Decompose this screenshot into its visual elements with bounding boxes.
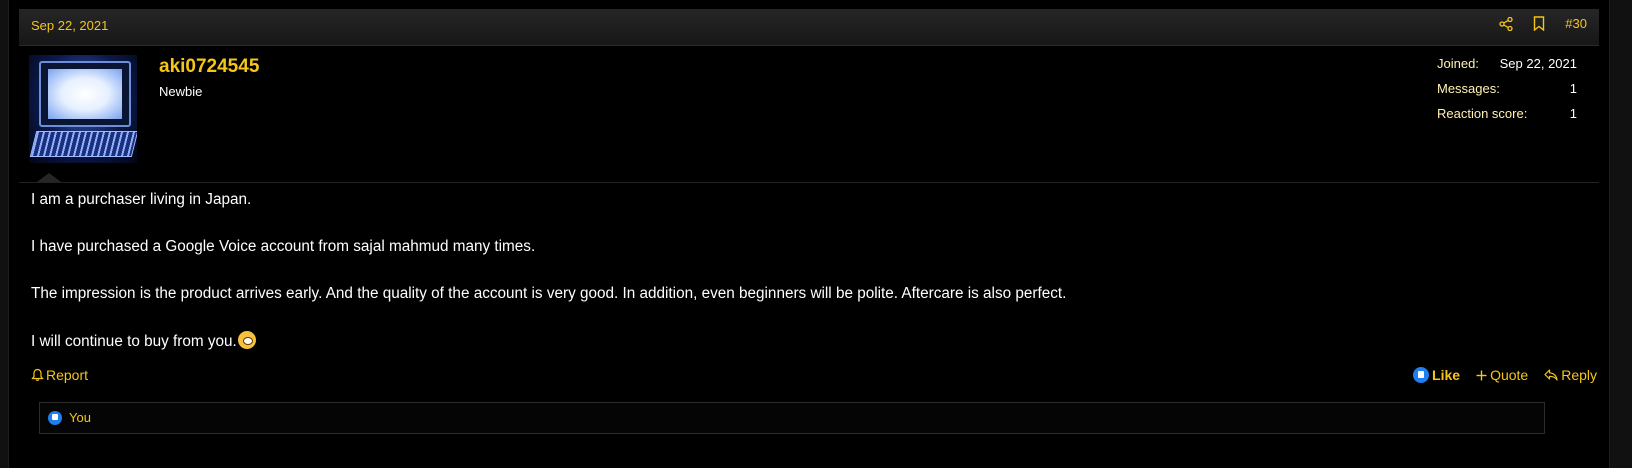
post-date[interactable]: Sep 22, 2021 <box>31 18 108 33</box>
stat-value: 1 <box>1569 81 1577 96</box>
forum-post: Sep 22, 2021 #30 aki0724545 Newbie Joine… <box>8 0 1610 468</box>
plus-icon <box>1476 370 1487 380</box>
post-header: Sep 22, 2021 #30 <box>19 9 1599 46</box>
post-number[interactable]: #30 <box>1565 16 1587 31</box>
post-paragraph: I am a purchaser living in Japan. <box>31 191 252 208</box>
post-actions-right: Like Quote Reply <box>1413 367 1597 383</box>
share-icon[interactable] <box>1499 16 1513 31</box>
stat-label: Reaction score: <box>1437 106 1528 121</box>
avatar-keyboard <box>29 131 137 157</box>
post-paragraph-last: I will continue to buy from you. <box>31 331 1591 351</box>
user-stats: Joined: Sep 22, 2021 Messages: 1 Reactio… <box>1437 56 1577 131</box>
stat-label: Joined: <box>1437 56 1479 71</box>
stat-reaction-score: Reaction score: 1 <box>1437 106 1577 131</box>
stat-value: 1 <box>1569 106 1577 121</box>
report-button[interactable]: Report <box>31 367 88 383</box>
post-body: I am a purchaser living in Japan. I have… <box>31 190 1591 379</box>
reactions-users[interactable]: You <box>69 410 91 425</box>
like-label: Like <box>1432 367 1461 383</box>
report-label: Report <box>46 367 89 383</box>
quote-button[interactable]: Quote <box>1476 367 1528 383</box>
stat-value: Sep 22, 2021 <box>1499 56 1577 71</box>
stat-label: Messages: <box>1437 81 1500 96</box>
reply-button[interactable]: Reply <box>1544 367 1597 383</box>
bell-icon <box>31 368 44 381</box>
reactions-bar[interactable]: You <box>39 402 1545 434</box>
post-paragraph: I have purchased a Google Voice account … <box>31 238 536 255</box>
reply-label: Reply <box>1561 367 1597 383</box>
username[interactable]: aki0724545 <box>159 56 259 78</box>
avatar-pointer <box>37 173 61 182</box>
smiling-face-emoji-icon <box>237 331 256 349</box>
stat-messages: Messages: 1 <box>1437 81 1577 106</box>
like-button[interactable]: Like <box>1413 367 1460 383</box>
thumbs-up-icon <box>48 411 62 425</box>
bookmark-icon[interactable] <box>1533 16 1545 31</box>
user-title: Newbie <box>159 84 203 99</box>
user-info-row: aki0724545 Newbie Joined: Sep 22, 2021 M… <box>19 46 1599 183</box>
post-paragraph: The impression is the product arrives ea… <box>31 285 1067 302</box>
avatar-monitor <box>39 61 131 127</box>
avatar[interactable] <box>29 55 137 163</box>
post-header-actions: #30 <box>1499 16 1587 31</box>
reply-icon <box>1544 369 1558 381</box>
post-paragraph-text: I will continue to buy from you. <box>31 333 237 350</box>
quote-label: Quote <box>1490 367 1529 383</box>
stat-joined: Joined: Sep 22, 2021 <box>1437 56 1577 81</box>
thumbs-up-icon <box>1413 367 1430 383</box>
post-action-bar: Report Like Quote Reply <box>31 367 1597 389</box>
